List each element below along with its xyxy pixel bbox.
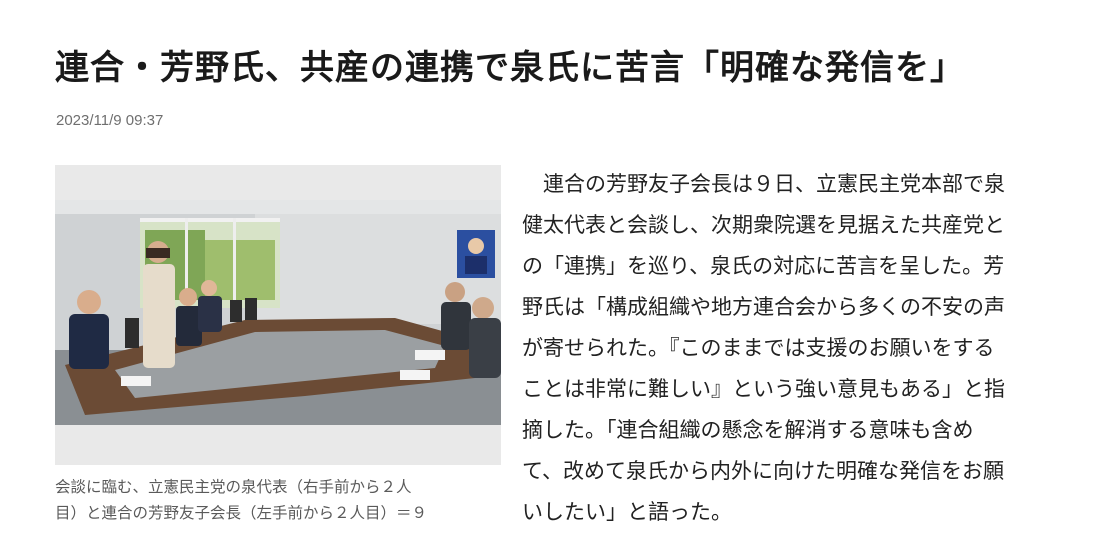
news-photo[interactable] xyxy=(55,200,501,425)
article-headline: 連合・芳野氏、共産の連携で泉氏に苦言「明確な発信を」 xyxy=(55,48,965,88)
news-photo-frame xyxy=(55,165,501,465)
article-body: 連合の芳野友子会長は９日、立憲民主党本部で泉 健太代表と会談し、次期衆院選を見据… xyxy=(522,172,1005,524)
photo-caption: 会談に臨む、立憲民主党の泉代表（右手前から２人 目）と連合の芳野友子会長（左手前… xyxy=(55,478,428,522)
publish-timestamp: 2023/11/9 09:37 xyxy=(56,112,164,129)
